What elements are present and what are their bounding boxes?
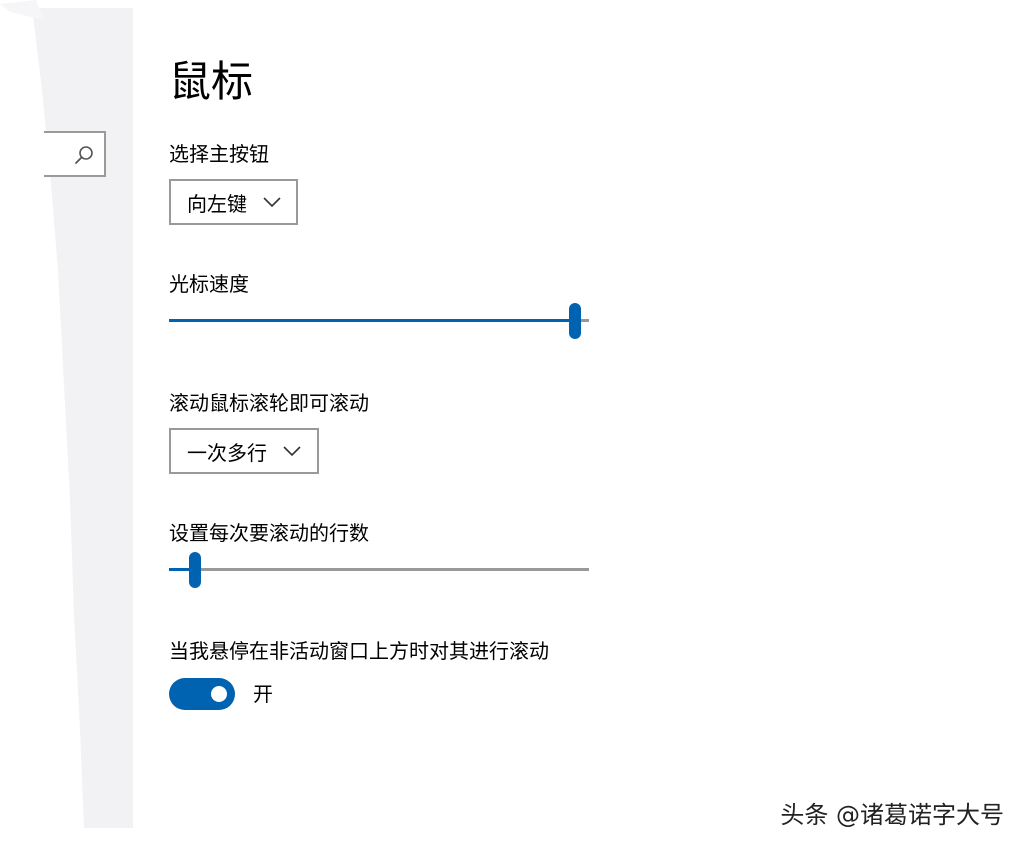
cursor-speed-label: 光标速度: [169, 272, 249, 296]
chevron-down-icon: [283, 446, 301, 457]
inactive-scroll-toggle[interactable]: [169, 678, 235, 710]
inactive-scroll-label: 当我悬停在非活动窗口上方时对其进行滚动: [169, 639, 549, 663]
search-input[interactable]: [44, 131, 106, 177]
slider-fill: [169, 319, 575, 322]
primary-button-value: 向左键: [187, 191, 247, 216]
scroll-mode-dropdown[interactable]: 一次多行: [169, 428, 319, 474]
toggle-knob: [211, 686, 227, 702]
settings-window: 鼠标 选择主按钮 向左键 光标速度 滚动鼠标滚轮即可滚动 一次多行 设置每次要滚…: [0, 0, 1028, 851]
primary-button-label: 选择主按钮: [169, 142, 269, 166]
primary-button-dropdown[interactable]: 向左键: [169, 179, 298, 225]
slider-thumb[interactable]: [569, 303, 581, 339]
search-icon[interactable]: [74, 145, 94, 165]
cursor-speed-slider[interactable]: [169, 303, 589, 339]
page-title: 鼠标: [169, 57, 254, 106]
scroll-mode-label: 滚动鼠标滚轮即可滚动: [169, 391, 369, 415]
scroll-mode-value: 一次多行: [187, 440, 267, 465]
scroll-lines-label: 设置每次要滚动的行数: [169, 521, 369, 545]
watermark: 头条 @诸葛诺字大号: [780, 801, 1004, 829]
slider-track[interactable]: [169, 568, 589, 571]
slider-thumb[interactable]: [188, 552, 201, 588]
chevron-down-icon: [263, 197, 281, 208]
sidebar-fold: [0, 0, 44, 20]
inactive-scroll-toggle-row: 开: [169, 678, 273, 710]
toggle-state-label: 开: [253, 682, 273, 706]
scroll-lines-slider[interactable]: [169, 552, 589, 588]
